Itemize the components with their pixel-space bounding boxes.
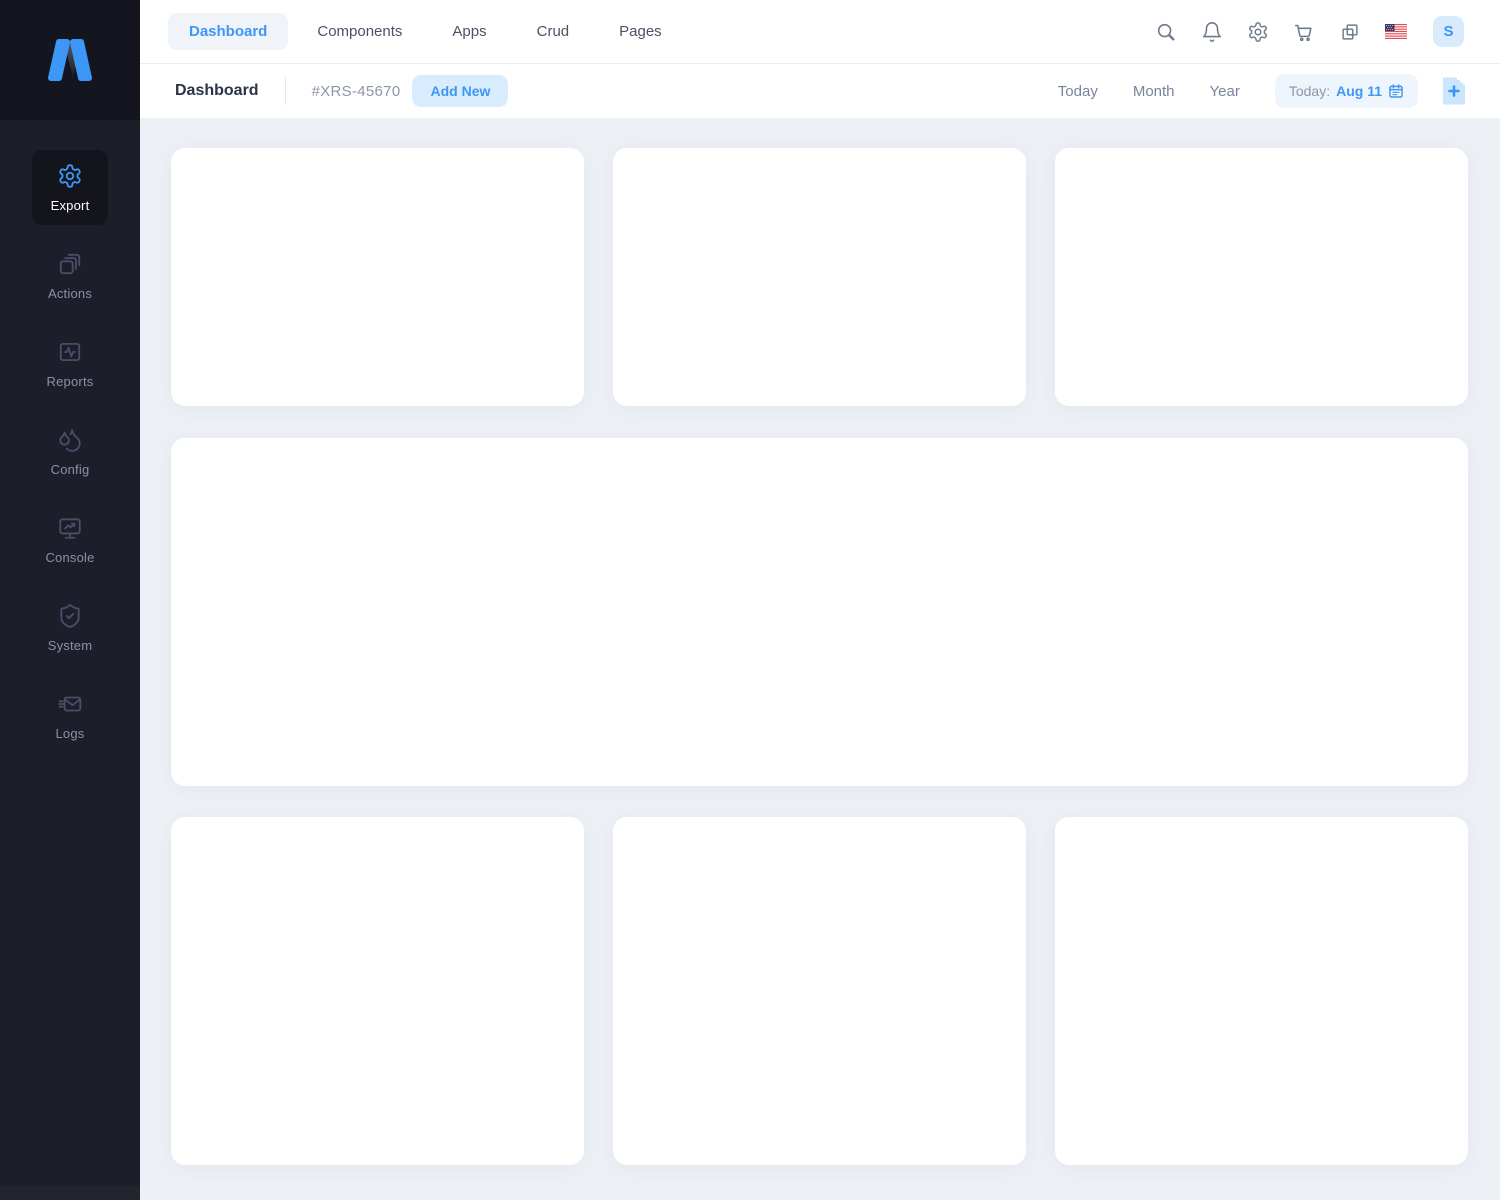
card-wide — [171, 438, 1468, 786]
sidebar-item-reports[interactable]: Reports — [32, 326, 108, 401]
gear-icon — [57, 163, 83, 189]
page-header-bar: Dashboard #XRS-45670 Add New Today Month… — [140, 64, 1500, 118]
page-title: Dashboard — [175, 82, 259, 100]
cart-icon — [1293, 21, 1315, 43]
date-picker-label: Today: — [1289, 83, 1330, 99]
windows-button[interactable] — [1339, 21, 1361, 43]
user-avatar[interactable]: S — [1433, 16, 1464, 47]
brand-logo-icon — [38, 35, 102, 85]
date-picker-value: Aug 11 — [1336, 83, 1382, 99]
sidebar-item-label: Config — [51, 462, 90, 477]
activity-icon — [57, 339, 83, 365]
add-widget-button[interactable] — [1440, 75, 1468, 107]
sidebar-item-label: System — [48, 638, 93, 653]
top-navigation-bar: Dashboard Components Apps Crud Pages — [140, 0, 1500, 64]
header-actions: S — [1155, 16, 1464, 47]
divider — [285, 77, 286, 105]
us-flag-icon — [1385, 24, 1407, 39]
date-picker[interactable]: Today: Aug 11 — [1275, 74, 1418, 108]
sidebar-item-actions[interactable]: Actions — [32, 238, 108, 313]
bell-icon — [1201, 21, 1223, 43]
dashboard-content — [140, 118, 1500, 1200]
plus-doc-icon — [1440, 75, 1468, 107]
filter-today[interactable]: Today — [1058, 83, 1098, 100]
card-row-top — [171, 148, 1468, 406]
card — [1055, 817, 1468, 1165]
search-icon — [1155, 21, 1177, 43]
card — [613, 148, 1026, 406]
sidebar-item-label: Logs — [56, 726, 85, 741]
search-button[interactable] — [1155, 21, 1177, 43]
sidebar-nav: Export Actions Reports Config — [0, 120, 140, 753]
monitor-icon — [57, 515, 83, 541]
settings-button[interactable] — [1247, 21, 1269, 43]
range-filters: Today Month Year Today: Aug 11 — [1058, 74, 1468, 108]
card — [1055, 148, 1468, 406]
cart-button[interactable] — [1293, 21, 1315, 43]
filter-year[interactable]: Year — [1210, 83, 1240, 100]
droplets-icon — [57, 427, 83, 453]
card — [613, 817, 1026, 1165]
calendar-icon — [1388, 83, 1404, 99]
main-area: Dashboard Components Apps Crud Pages — [140, 0, 1500, 1200]
menu-item-dashboard[interactable]: Dashboard — [168, 13, 288, 50]
language-button[interactable] — [1385, 24, 1407, 39]
logo-area[interactable] — [0, 0, 140, 120]
mail-icon — [57, 691, 83, 717]
reference-code: #XRS-45670 — [312, 83, 401, 100]
layers-icon — [57, 251, 83, 277]
sidebar: Export Actions Reports Config — [0, 0, 140, 1200]
card — [171, 817, 584, 1165]
copy-icon — [1339, 21, 1361, 43]
sidebar-item-label: Actions — [48, 286, 92, 301]
card-row-bottom — [171, 817, 1468, 1165]
sidebar-footer-strip — [0, 1186, 140, 1200]
top-menu: Dashboard Components Apps Crud Pages — [168, 13, 683, 50]
add-new-button[interactable]: Add New — [412, 75, 508, 107]
card — [171, 148, 584, 406]
sidebar-item-system[interactable]: System — [32, 590, 108, 665]
menu-item-apps[interactable]: Apps — [431, 13, 507, 50]
sidebar-item-label: Reports — [47, 374, 94, 389]
sidebar-item-config[interactable]: Config — [32, 414, 108, 489]
gear-icon — [1247, 21, 1269, 43]
sidebar-item-logs[interactable]: Logs — [32, 678, 108, 753]
sidebar-item-label: Console — [45, 550, 94, 565]
sidebar-item-console[interactable]: Console — [32, 502, 108, 577]
shield-icon — [57, 603, 83, 629]
menu-item-pages[interactable]: Pages — [598, 13, 683, 50]
notifications-button[interactable] — [1201, 21, 1223, 43]
menu-item-components[interactable]: Components — [296, 13, 423, 50]
sidebar-item-export[interactable]: Export — [32, 150, 108, 225]
menu-item-crud[interactable]: Crud — [516, 13, 591, 50]
filter-month[interactable]: Month — [1133, 83, 1175, 100]
sidebar-item-label: Export — [51, 198, 90, 213]
